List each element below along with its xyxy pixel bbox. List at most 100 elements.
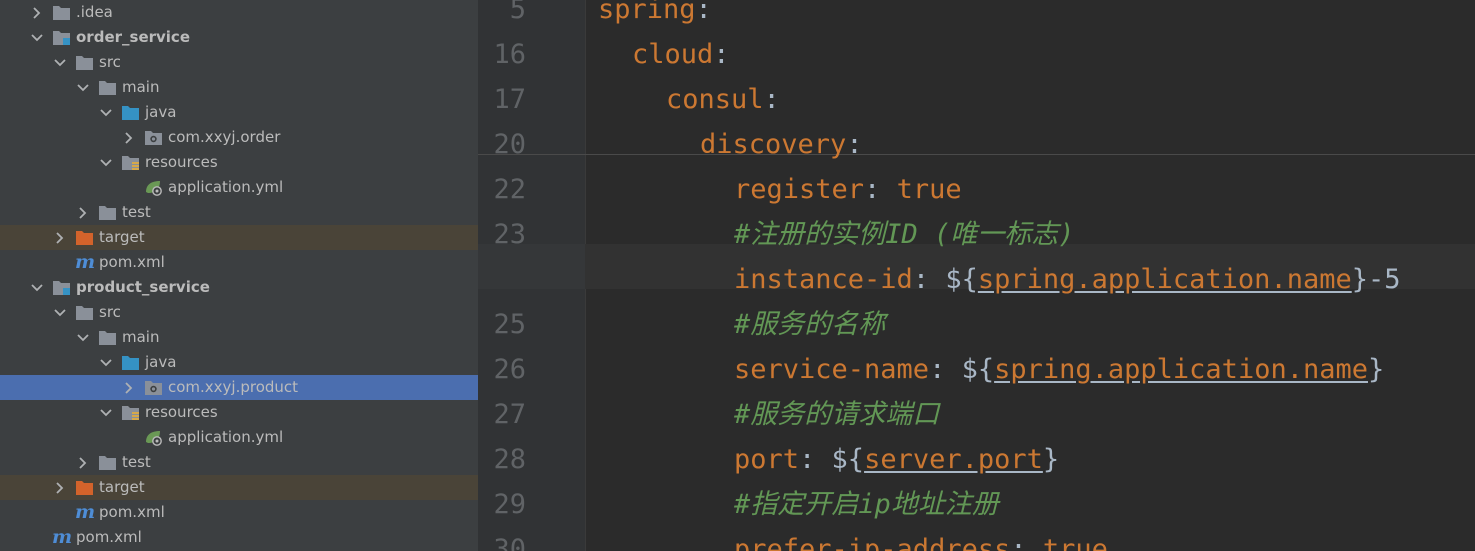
- tree-row[interactable]: m pom.xml: [0, 525, 478, 550]
- code-line[interactable]: consul:: [666, 77, 780, 122]
- source-folder-icon: [121, 354, 140, 371]
- tree-row[interactable]: com.xxyj.product: [0, 375, 478, 400]
- code-token: }-5: [1351, 264, 1401, 295]
- tree-row[interactable]: test: [0, 450, 478, 475]
- maven-icon: m: [75, 251, 96, 273]
- code-line[interactable]: #注册的实例ID (唯一标志): [734, 212, 1075, 257]
- chevron-right-icon[interactable]: [76, 456, 90, 470]
- tree-row[interactable]: target: [0, 225, 478, 250]
- code-token: :: [713, 39, 730, 70]
- tree-row[interactable]: product_service: [0, 275, 478, 300]
- tree-row[interactable]: main: [0, 75, 478, 100]
- excluded-folder-icon: [75, 229, 94, 246]
- line-number: 27: [493, 399, 526, 430]
- code-token: spring: [598, 0, 696, 25]
- spring-config-file-icon: [144, 179, 163, 196]
- tree-row[interactable]: .idea: [0, 0, 478, 25]
- code-line[interactable]: prefer-ip-address: true: [734, 527, 1108, 551]
- tree-item-label: resources: [145, 153, 218, 171]
- code-token: :: [864, 174, 897, 205]
- chevron-right-icon[interactable]: [53, 231, 67, 245]
- tree-row[interactable]: resources: [0, 150, 478, 175]
- line-number: 28: [493, 444, 526, 475]
- tree-row[interactable]: resources: [0, 400, 478, 425]
- chevron-down-icon[interactable]: [99, 106, 113, 120]
- chevron-down-icon[interactable]: [30, 31, 44, 45]
- line-number: 26: [493, 354, 526, 385]
- tree-item-label: test: [122, 453, 151, 471]
- tree-item-label: src: [99, 53, 121, 71]
- package-icon: [144, 379, 163, 396]
- line-number: 16: [493, 39, 526, 70]
- tree-item-label: application.yml: [168, 178, 284, 196]
- tree-item-label: order_service: [76, 28, 190, 46]
- tree-row[interactable]: test: [0, 200, 478, 225]
- spring-config-file-icon: [144, 429, 163, 446]
- tree-item-label: resources: [145, 403, 218, 421]
- tree-row[interactable]: main: [0, 325, 478, 350]
- code-token: instance-id: [734, 264, 913, 295]
- tree-row[interactable]: application.yml: [0, 175, 478, 200]
- code-line[interactable]: cloud:: [632, 32, 730, 77]
- resources-folder-icon: [121, 154, 140, 171]
- tree-row[interactable]: m pom.xml: [0, 250, 478, 275]
- tree-item-label: pom.xml: [99, 253, 165, 271]
- chevron-down-icon[interactable]: [99, 156, 113, 170]
- code-line[interactable]: service-name: ${spring.application.name}: [734, 347, 1384, 392]
- chevron-right-icon[interactable]: [30, 6, 44, 20]
- code-comment: #注册的实例ID (唯一标志): [734, 219, 1075, 250]
- tree-item-label: test: [122, 203, 151, 221]
- tree-row[interactable]: m pom.xml: [0, 500, 478, 525]
- folder-icon: [98, 79, 117, 96]
- code-editor[interactable]: 5161720222324252627282930 spring:cloud:c…: [478, 0, 1475, 551]
- chevron-down-icon[interactable]: [99, 406, 113, 420]
- code-line[interactable]: instance-id: ${spring.application.name}-…: [734, 257, 1401, 302]
- code-line[interactable]: register: true: [734, 167, 962, 212]
- line-number: 17: [493, 84, 526, 115]
- chevron-right-icon[interactable]: [76, 206, 90, 220]
- code-token: true: [1042, 534, 1108, 551]
- tree-item-label: pom.xml: [99, 503, 165, 521]
- chevron-down-icon[interactable]: [30, 281, 44, 295]
- tree-row[interactable]: src: [0, 300, 478, 325]
- code-token: }: [1042, 444, 1060, 475]
- code-placeholder-reference: server.port: [864, 444, 1043, 475]
- tree-item-label: .idea: [76, 3, 113, 21]
- excluded-folder-icon: [75, 479, 94, 496]
- tree-item-label: main: [122, 328, 160, 346]
- tree-row[interactable]: java: [0, 350, 478, 375]
- tree-row[interactable]: java: [0, 100, 478, 125]
- chevron-down-icon[interactable]: [99, 356, 113, 370]
- chevron-right-icon[interactable]: [53, 481, 67, 495]
- tree-row[interactable]: order_service: [0, 25, 478, 50]
- code-token: : ${: [799, 444, 865, 475]
- code-line[interactable]: discovery:: [700, 122, 863, 167]
- code-comment: #服务的名称: [734, 309, 886, 340]
- chevron-down-icon[interactable]: [76, 81, 90, 95]
- code-line[interactable]: #服务的请求端口: [734, 392, 939, 437]
- code-token: : ${: [929, 354, 995, 385]
- tree-row[interactable]: com.xxyj.order: [0, 125, 478, 150]
- code-line[interactable]: spring:: [598, 0, 712, 32]
- line-number: 29: [493, 489, 526, 520]
- code-placeholder-reference: spring.application.name: [977, 264, 1352, 295]
- chevron-down-icon[interactable]: [53, 306, 67, 320]
- folder-icon: [52, 4, 71, 21]
- chevron-down-icon[interactable]: [53, 56, 67, 70]
- code-line[interactable]: port: ${server.port}: [734, 437, 1059, 482]
- chevron-right-icon[interactable]: [122, 131, 136, 145]
- tree-row[interactable]: target: [0, 475, 478, 500]
- code-token: : ${: [912, 264, 978, 295]
- tree-item-label: product_service: [76, 278, 210, 296]
- code-line[interactable]: #服务的名称: [734, 302, 885, 347]
- chevron-right-icon[interactable]: [122, 381, 136, 395]
- project-tree-panel[interactable]: .idea order_service src main java com.xxyj.or…: [0, 0, 478, 551]
- resources-folder-icon: [121, 404, 140, 421]
- tree-item-label: pom.xml: [76, 528, 142, 546]
- tree-row[interactable]: src: [0, 50, 478, 75]
- code-line[interactable]: #指定开启ip地址注册: [734, 482, 999, 527]
- code-token: true: [896, 174, 962, 205]
- chevron-down-icon[interactable]: [76, 331, 90, 345]
- tree-row[interactable]: application.yml: [0, 425, 478, 450]
- code-token: :: [695, 0, 712, 25]
